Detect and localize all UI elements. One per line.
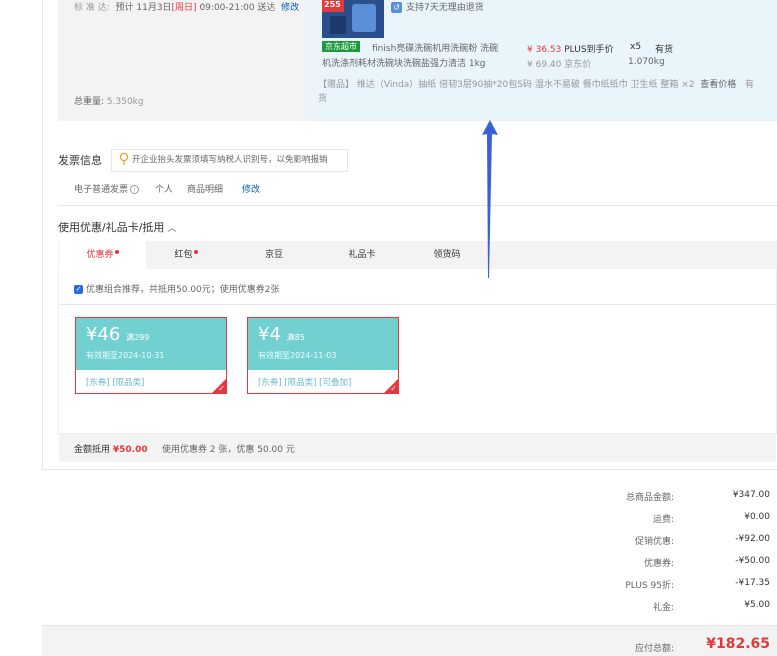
coupon-card-header: ¥46 满299 有效期至2024-10-31 xyxy=(76,318,226,370)
coupon-amount: ¥46 满299 xyxy=(86,324,149,345)
coupon-card[interactable]: ¥4 满85 有效期至2024-11-03 [东券] [限品类] [可叠加] ✓ xyxy=(247,317,399,394)
content-left-border xyxy=(42,0,43,470)
coupon-tags: [东券] [限品类] [可叠加] xyxy=(258,378,352,388)
tab-redeem-code-label: 领货码 xyxy=(433,250,461,260)
total-payable-value: ¥182.65 xyxy=(706,636,770,652)
divider xyxy=(58,205,777,206)
original-price: ¥ 69.40 京东价 xyxy=(527,60,592,70)
chevron-up-icon: ︿ xyxy=(167,224,177,234)
coupon-condition: 满299 xyxy=(126,333,150,342)
coupon-amount-value: ¥4 xyxy=(258,324,281,345)
summary-value-plus-discount: -¥17.35 xyxy=(735,578,770,588)
coupon-combo-recommend[interactable]: ✓ 优惠组合推荐，共抵用50.00元；使用优惠券2张 xyxy=(74,282,280,295)
total-weight: 总重量: 5.350kg xyxy=(74,94,144,107)
tab-redeem-code[interactable]: 领货码 xyxy=(402,241,492,269)
summary-label-gift-money: 礼金: xyxy=(652,603,674,613)
coupon-footer-amount: ¥50.00 xyxy=(112,445,148,455)
thumbnail-figure xyxy=(330,16,346,34)
invoice-modify-link[interactable]: 修改 xyxy=(242,182,260,195)
coupon-expiry: 有效期至2024-11-03 xyxy=(258,351,337,360)
coupon-footer-summary: 使用优惠券 2 张，优惠 50.00 元 xyxy=(161,445,295,455)
summary-label-promotion: 促销优惠: xyxy=(634,537,674,547)
tab-jingdou[interactable]: 京豆 xyxy=(226,241,322,269)
coupon-condition: 满85 xyxy=(286,333,305,342)
delivery-date: 预计 11月3日 xyxy=(115,3,172,13)
gift-stock-part1: 有 xyxy=(744,80,754,90)
annotation-arrow-icon xyxy=(482,120,498,278)
invoice-type: 电子普通发票 i xyxy=(74,182,140,195)
invoice-detail: 商品明细 xyxy=(187,185,224,195)
invoice-tip: 开企业抬头发票须填写纳税人识别号，以免影响报销 xyxy=(111,149,348,172)
divider xyxy=(59,304,776,305)
coupon-combo-text: 优惠组合推荐，共抵用50.00元；使用优惠券2张 xyxy=(86,285,280,295)
info-icon[interactable]: i xyxy=(130,185,140,194)
red-dot-icon xyxy=(114,250,119,254)
tab-jingdou-label: 京豆 xyxy=(264,250,283,260)
product-weight: 1.070kg xyxy=(628,57,665,67)
check-icon: ✓ xyxy=(218,384,225,393)
coupon-amount-value: ¥46 xyxy=(86,324,121,345)
product-price: ¥ 36.53 PLUS到手价 xyxy=(527,42,614,55)
thumbnail-package xyxy=(352,4,376,32)
tab-red-packet[interactable]: 红包 xyxy=(146,241,226,269)
product-name-line2[interactable]: 机洗涤剂耗材洗碗块洗碗盐强力清洁 1kg xyxy=(322,56,486,69)
delivery-label: 标 准 达: xyxy=(74,3,110,13)
product-stock: 有货 xyxy=(655,45,674,55)
summary-label-plus-discount: PLUS 95折: xyxy=(625,581,674,591)
delivery-time: 09:00-21:00 送达 xyxy=(199,3,276,13)
divider xyxy=(42,469,777,470)
summary-value-gift-money: ¥5.00 xyxy=(744,600,770,610)
coupon-section-title-text: 使用优惠/礼品卡/抵用 xyxy=(58,221,165,234)
tab-gift-card-label: 礼品卡 xyxy=(348,250,376,260)
summary-label-total-goods: 总商品金额: xyxy=(625,493,674,503)
product-thumbnail[interactable]: 255 xyxy=(322,0,384,38)
coupon-expiry: 有效期至2024-10-31 xyxy=(86,351,165,360)
return-policy-text: 支持7天无理由退货 xyxy=(406,3,484,13)
tab-red-packet-label: 红包 xyxy=(174,250,193,260)
red-dot-icon xyxy=(193,250,198,254)
summary-value-promotion: -¥92.00 xyxy=(735,534,770,544)
total-payable-label: 应付总额: xyxy=(634,644,674,654)
checkbox-checked-icon[interactable]: ✓ xyxy=(74,285,83,294)
delivery-modify-link[interactable]: 修改 xyxy=(281,3,299,13)
return-policy: ↺ 支持7天无理由退货 xyxy=(391,0,484,13)
coupon-card-header: ¥4 满85 有效期至2024-11-03 xyxy=(248,318,398,370)
coupon-footer-label: 金额抵用 xyxy=(74,445,111,455)
coupon-card[interactable]: ¥46 满299 有效期至2024-10-31 [东券] [限品类] ✓ xyxy=(75,317,227,394)
summary-value-shipping: ¥0.00 xyxy=(744,512,770,522)
product-name-line1[interactable]: finish亮碟洗碗机用洗碗粉 洗碗 xyxy=(372,41,498,54)
store-badge: 京东超市 xyxy=(322,41,360,52)
gift-stock-part2: 货 xyxy=(318,94,328,104)
tab-coupons[interactable]: 优惠券 xyxy=(59,241,146,269)
summary-value-coupon: -¥50.00 xyxy=(735,556,770,566)
return-icon: ↺ xyxy=(391,2,402,13)
product-quantity: x5 xyxy=(630,42,642,52)
gift-view-price-link[interactable]: 查看价格 xyxy=(700,80,736,90)
summary-label-coupon: 优惠券: xyxy=(643,559,674,569)
total-weight-value: 5.350kg xyxy=(106,97,144,107)
coupon-amount: ¥4 满85 xyxy=(258,324,305,345)
check-icon: ✓ xyxy=(390,384,397,393)
delivery-weekday: [周日] xyxy=(171,3,197,13)
gift-line: 【赠品】 维达（Vinda）抽纸 倍韧3层90抽*20包S码 湿水不易破 餐巾纸… xyxy=(318,77,754,90)
gift-description: 【赠品】 维达（Vinda）抽纸 倍韧3层90抽*20包S码 湿水不易破 餐巾纸… xyxy=(318,80,695,90)
tab-gift-card[interactable]: 礼品卡 xyxy=(322,241,402,269)
summary-value-total-goods: ¥347.00 xyxy=(732,490,770,500)
coupon-section-title[interactable]: 使用优惠/礼品卡/抵用 ︿ xyxy=(58,219,176,235)
tab-coupons-label: 优惠券 xyxy=(86,250,114,260)
coupon-footer-text: 金额抵用 ¥50.00 使用优惠券 2 张，优惠 50.00 元 xyxy=(74,442,295,455)
plus-price: ¥ 36.53 xyxy=(527,45,562,55)
invoice-person: 个人 xyxy=(155,185,174,195)
invoice-title: 发票信息 xyxy=(58,154,102,167)
thumbnail-price-tag: 255 xyxy=(322,0,344,12)
delivery-info: 标 准 达: 预计 11月3日[周日] 09:00-21:00 送达 修改 xyxy=(74,0,299,13)
plus-price-tag: PLUS到手价 xyxy=(564,45,614,55)
summary-label-shipping: 运费: xyxy=(652,515,674,525)
total-weight-label: 总重量: xyxy=(74,97,105,107)
coupon-tags: [东券] [限品类] xyxy=(86,378,145,388)
lightbulb-icon xyxy=(119,152,129,165)
invoice-type-label: 电子普通发票 xyxy=(74,185,129,195)
